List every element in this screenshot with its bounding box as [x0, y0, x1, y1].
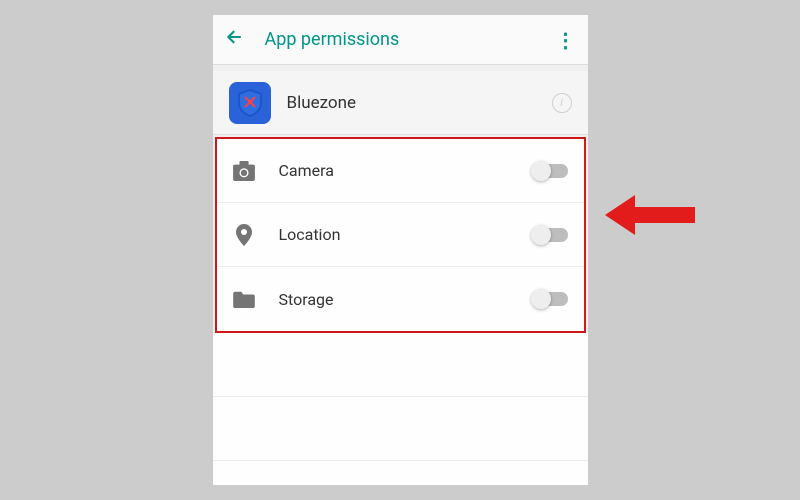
toggle-knob: [531, 289, 551, 309]
permission-row-camera: Camera: [217, 139, 584, 203]
permission-label: Storage: [279, 290, 534, 309]
permission-label: Location: [279, 225, 534, 244]
camera-icon: [233, 160, 255, 182]
blank-area: [213, 333, 588, 485]
blank-row: [213, 333, 588, 397]
permission-row-storage: Storage: [217, 267, 584, 331]
storage-icon: [233, 288, 255, 310]
blank-row: [213, 461, 588, 485]
permissions-highlight-box: Camera Location Storage: [215, 137, 586, 333]
camera-toggle[interactable]: [534, 164, 568, 178]
app-bar: App permissions ⋮: [213, 15, 588, 65]
phone-screen: App permissions ⋮ Bluezone i: [213, 15, 588, 485]
app-icon: [229, 82, 271, 124]
location-icon: [233, 224, 255, 246]
app-name: Bluezone: [287, 93, 552, 113]
info-icon[interactable]: i: [552, 93, 572, 113]
toggle-knob: [531, 161, 551, 181]
app-header-row: Bluezone i: [213, 71, 588, 135]
back-icon[interactable]: [225, 27, 255, 53]
blank-row: [213, 397, 588, 461]
permission-row-location: Location: [217, 203, 584, 267]
page-title: App permissions: [255, 29, 556, 50]
permission-label: Camera: [279, 161, 534, 180]
overflow-menu-icon[interactable]: ⋮: [556, 28, 576, 52]
location-toggle[interactable]: [534, 228, 568, 242]
storage-toggle[interactable]: [534, 292, 568, 306]
toggle-knob: [531, 225, 551, 245]
annotation-arrow-icon: [605, 190, 695, 244]
